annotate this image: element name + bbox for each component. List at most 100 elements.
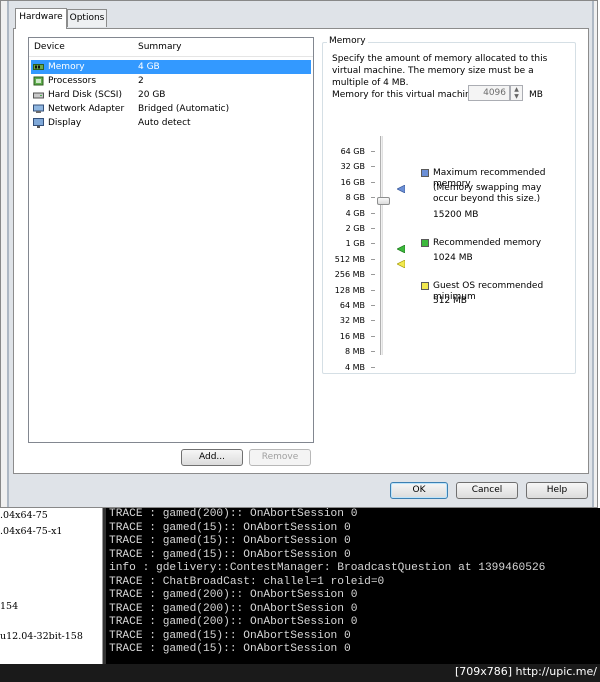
device-row-network-adapter[interactable]: Network Adapter Bridged (Automatic): [31, 102, 311, 116]
memory-scale-label: 64 GB: [340, 147, 365, 156]
left-panel-item[interactable]: 154: [0, 601, 18, 612]
memory-scale-label: 32 GB: [340, 162, 365, 172]
recommended-marker-icon: [397, 245, 405, 253]
device-summary: Bridged (Automatic): [138, 104, 230, 114]
memory-scale-tick: [371, 258, 375, 260]
network-adapter-icon: [33, 104, 44, 113]
vm-settings-dialog: Hardware Options Device Summary Memory 4…: [0, 0, 598, 508]
remove-device-button[interactable]: Remove: [249, 449, 311, 466]
device-summary: 2: [138, 76, 144, 86]
device-list[interactable]: Device Summary Memory 4 GB Processors 2: [28, 37, 314, 443]
memory-scale-tick: [371, 320, 375, 322]
display-icon: [33, 118, 44, 128]
memory-slider-track[interactable]: [380, 136, 383, 355]
memory-scale-label: 4 GB: [345, 208, 365, 218]
guest-minimum-value: 512 MB: [433, 296, 467, 306]
memory-scale-tick: [371, 243, 375, 245]
recommended-value: 1024 MB: [433, 253, 473, 263]
memory-scale-tick: [371, 305, 375, 306]
memory-scale-tick: [371, 274, 375, 276]
memory-scale-label: 64 MB: [339, 301, 365, 310]
memory-scale-tick: [371, 228, 375, 229]
terminal-scrollbar[interactable]: [103, 508, 106, 664]
memory-scale-label: 1 GB: [345, 239, 365, 249]
memory-size-input[interactable]: [468, 85, 510, 101]
memory-unit: MB: [529, 90, 543, 100]
hardware-tab-page: Device Summary Memory 4 GB Processors 2: [13, 28, 589, 474]
memory-scale-label: 8 GB: [345, 193, 365, 203]
memory-description: Specify the amount of memory allocated t…: [332, 54, 548, 88]
memory-scale-label: 16 GB: [340, 177, 365, 187]
recommended-swatch: [421, 239, 429, 247]
hard-disk-icon: [33, 92, 44, 99]
device-name: Network Adapter: [48, 104, 125, 114]
column-header-summary[interactable]: Summary: [138, 42, 182, 52]
terminal-line: TRACE : ChatBroadCast: challel=1 roleid=…: [109, 575, 385, 588]
watermark-text: [709x786] http://upic.me/: [454, 665, 597, 678]
device-row-memory[interactable]: Memory 4 GB: [31, 60, 311, 74]
left-panel-item[interactable]: u12.04-32bit-158: [0, 631, 83, 642]
help-button[interactable]: Help: [526, 482, 588, 499]
watermark-bar: [709x786] http://upic.me/: [0, 664, 600, 682]
guest-minimum-marker-icon: [397, 260, 405, 268]
memory-scale-tick: [371, 151, 375, 152]
device-name: Display: [48, 118, 82, 128]
left-panel-item[interactable]: .04x64-75-x1: [0, 526, 62, 537]
device-row-display[interactable]: Display Auto detect: [31, 116, 311, 130]
memory-scale-tick: [371, 181, 375, 183]
tab-options[interactable]: Options: [67, 9, 107, 27]
memory-scale-label: 8 MB: [344, 347, 365, 357]
guest-minimum-swatch: [421, 282, 429, 290]
terminal-line: TRACE : gamed(15):: OnAbortSession 0: [109, 643, 351, 655]
memory-scale-tick: [371, 366, 375, 368]
device-row-hard-disk[interactable]: Hard Disk (SCSI) 20 GB: [31, 88, 311, 102]
column-header-device[interactable]: Device: [34, 42, 65, 52]
maximum-recommended-note-1: (Memory swapping may: [433, 183, 542, 193]
memory-slider-thumb[interactable]: [377, 197, 390, 205]
memory-scale-label: 512 MB: [334, 254, 365, 264]
device-name: Hard Disk (SCSI): [48, 90, 122, 100]
memory-scale-tick: [371, 289, 375, 291]
memory-scale-tick: [371, 166, 375, 168]
add-device-button[interactable]: Add...: [181, 449, 243, 466]
memory-scale-label: 2 GB: [345, 224, 365, 233]
memory-scale-label: 4 MB: [344, 362, 365, 372]
memory-spinner[interactable]: ▲ ▼: [510, 85, 523, 101]
memory-group-title: Memory: [327, 36, 368, 46]
maximum-recommended-marker-icon: [397, 185, 405, 193]
device-name: Processors: [48, 76, 97, 86]
terminal-line: TRACE : gamed(200):: OnAbortSession 0: [109, 508, 358, 520]
terminal-line: info : gdelivery::ContestManager: Broadc…: [109, 562, 546, 574]
terminal-line: TRACE : gamed(200):: OnAbortSession 0: [109, 602, 358, 615]
tab-hardware[interactable]: Hardware: [15, 8, 67, 29]
terminal-line: TRACE : gamed(200):: OnAbortSession 0: [109, 589, 358, 601]
memory-group: Memory Specify the amount of memory allo…: [322, 36, 576, 374]
memory-scale-tick: [371, 335, 375, 337]
device-summary: Auto detect: [138, 118, 191, 128]
memory-scale-label: 32 MB: [339, 316, 365, 326]
terminal-line: TRACE : gamed(15):: OnAbortSession 0: [109, 521, 351, 534]
memory-scale-label: 128 MB: [334, 285, 365, 295]
device-summary: 20 GB: [138, 90, 166, 100]
maximum-recommended-note-2: occur beyond this size.): [433, 194, 541, 204]
maximum-recommended-swatch: [421, 169, 429, 177]
spin-up-icon[interactable]: ▲: [511, 86, 522, 93]
left-panel-item[interactable]: .04x64-75: [0, 510, 48, 521]
memory-scale-label: 16 MB: [339, 331, 365, 341]
device-name: Memory: [48, 62, 85, 72]
device-summary: 4 GB: [138, 62, 160, 72]
memory-scale-tick: [371, 351, 375, 353]
spin-down-icon[interactable]: ▼: [511, 93, 522, 100]
left-file-panel: .04x64-75 .04x64-75-x1 154 u12.04-32bit-…: [0, 508, 103, 664]
memory-scale-label: 256 MB: [334, 270, 365, 280]
memory-input-label: Memory for this virtual machine:: [332, 90, 480, 100]
terminal-output[interactable]: TRACE : gamed(200):: OnAbortSession 0 TRA…: [103, 508, 600, 664]
device-row-processors[interactable]: Processors 2: [31, 74, 311, 88]
terminal-line: TRACE : gamed(15):: OnAbortSession 0: [109, 548, 351, 561]
memory-scale-tick: [371, 197, 375, 199]
memory-icon: [33, 64, 44, 70]
terminal-line: TRACE : gamed(200):: OnAbortSession 0: [109, 616, 358, 628]
ok-button[interactable]: OK: [390, 482, 448, 499]
recommended-title: Recommended memory: [433, 238, 542, 248]
cancel-button[interactable]: Cancel: [456, 482, 518, 499]
